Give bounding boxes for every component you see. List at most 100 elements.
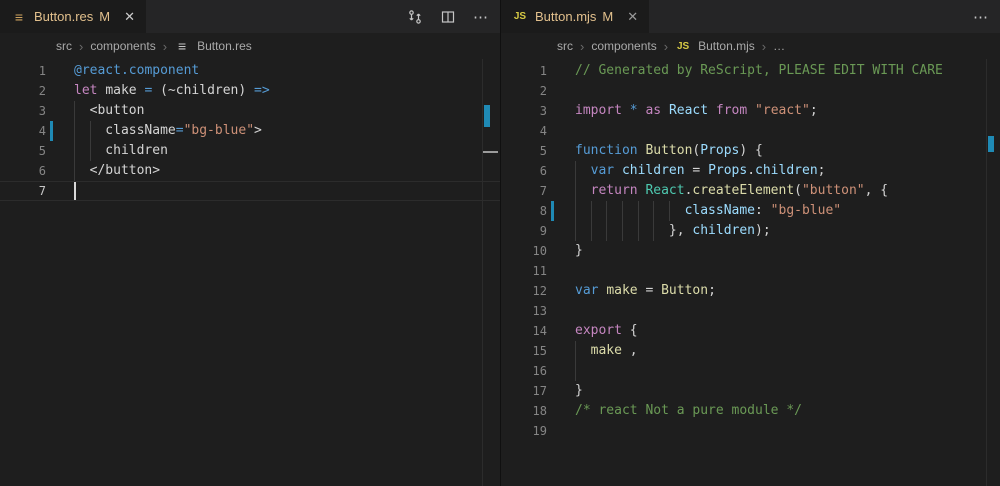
close-icon[interactable]: ✕ [627,10,638,23]
indent-guide [575,221,576,241]
code-token: "react" [755,103,810,118]
code-token: => [254,83,270,98]
code-line[interactable]: 4 [501,121,1000,141]
indent-guide [606,201,607,221]
code-line[interactable]: 1@react.component [0,61,500,81]
res-file-icon: ≡ [11,10,27,24]
line-content [575,361,982,381]
tab-bar-left: ≡ Button.res M ✕ [0,0,500,33]
code-line[interactable]: 15 make , [501,341,1000,361]
code-token: , { [865,183,888,198]
line-content: }, children); [575,221,982,241]
indent-guide [653,201,654,221]
code-line[interactable]: 8className: "bg-blue" [501,201,1000,221]
code-line[interactable]: 4className="bg-blue"> [0,121,500,141]
code-token: * [630,103,646,118]
close-icon[interactable]: ✕ [124,10,135,23]
code-line[interactable]: 11 [501,261,1000,281]
indent-guide [90,141,91,161]
tab-button-res[interactable]: ≡ Button.res M ✕ [0,0,146,33]
code-line[interactable]: 12 var make = Button; [501,281,1000,301]
code-line[interactable]: 19 [501,421,1000,441]
indent-guide [575,341,576,361]
line-number: 17 [501,381,547,401]
indent-guide [575,181,576,201]
chevron-right-icon: › [664,39,668,54]
code-text: import * as React from "react"; [575,101,818,121]
code-line[interactable]: 3<button [0,101,500,121]
code-text: let make = (~children) => [74,81,270,101]
code-token: <button [90,103,145,118]
code-line[interactable]: 2let make = (~children) => [0,81,500,101]
code-text: className="bg-blue"> [105,121,262,141]
code-line[interactable]: 5function Button(Props) { [501,141,1000,161]
code-line[interactable]: 9}, children); [501,221,1000,241]
code-token: React [669,103,716,118]
line-number: 8 [501,201,547,221]
line-content: var children = Props.children; [575,161,982,181]
code-token: var [591,163,622,178]
breadcrumb-item-src[interactable]: src [557,39,573,53]
line-number: 14 [501,321,547,341]
more-actions-icon[interactable]: ⋯ [972,8,990,26]
line-content: var make = Button; [575,281,982,301]
code-token: export [575,323,630,338]
code-text: var make = Button; [575,281,716,301]
line-content: let make = (~children) => [74,81,482,101]
line-content [575,301,982,321]
code-line[interactable]: 7 [0,181,500,201]
code-editor-res[interactable]: 1@react.component2let make = (~children)… [0,59,500,486]
code-line[interactable]: 1// Generated by ReScript, PLEASE EDIT W… [501,61,1000,81]
code-line[interactable]: 3import * as React from "react"; [501,101,1000,121]
more-actions-icon[interactable]: ⋯ [472,8,490,26]
code-token: children [622,163,692,178]
line-content: export { [575,321,982,341]
line-content [575,421,982,441]
code-line[interactable]: 5children [0,141,500,161]
line-number: 18 [501,401,547,421]
breadcrumb-item-components[interactable]: components [591,39,656,53]
code-token: ( [794,183,802,198]
editor-pane-left: ≡ Button.res M ✕ [0,0,500,486]
code-line[interactable]: 13 [501,301,1000,321]
breadcrumb-item-file[interactable]: Button.mjs [698,39,755,53]
code-line[interactable]: 17} [501,381,1000,401]
code-line[interactable]: 6</button> [0,161,500,181]
breadcrumb-item-symbol[interactable]: … [773,39,785,53]
code-token: . [747,163,755,178]
open-changes-icon[interactable] [406,8,424,26]
modified-gutter-indicator [50,121,53,141]
line-number: 12 [501,281,547,301]
tab-button-mjs[interactable]: JS Button.mjs M ✕ [501,0,649,33]
code-editor-mjs[interactable]: 1// Generated by ReScript, PLEASE EDIT W… [501,59,1000,486]
code-text: export { [575,321,638,341]
code-line[interactable]: 14 export { [501,321,1000,341]
code-token: className [105,123,175,138]
breadcrumb-left: src › components › ≡ Button.res [0,33,500,59]
code-token: } [575,243,583,258]
line-number: 15 [501,341,547,361]
tab-label: Button.mjs [535,9,596,24]
breadcrumb-item-src[interactable]: src [56,39,72,53]
code-text: make , [591,341,638,361]
indent-guide [74,161,75,181]
split-editor-icon[interactable] [439,8,457,26]
line-content: } [575,241,982,261]
code-line[interactable]: 7return React.createElement("button", { [501,181,1000,201]
breadcrumb-item-file[interactable]: Button.res [197,39,252,53]
indent-guide [669,201,670,221]
code-line[interactable]: 16 [501,361,1000,381]
code-token: = [692,163,708,178]
line-number: 7 [501,181,547,201]
chevron-right-icon: › [79,39,83,54]
code-token: children [692,223,755,238]
code-line[interactable]: 6var children = Props.children; [501,161,1000,181]
js-file-icon: JS [512,11,528,22]
code-line[interactable]: 10} [501,241,1000,261]
code-line[interactable]: 18/* react Not a pure module */ [501,401,1000,421]
overview-ruler-border [482,59,483,486]
breadcrumb-item-components[interactable]: components [90,39,155,53]
code-line[interactable]: 2 [501,81,1000,101]
line-content: </button> [74,161,482,181]
code-token: }, [669,223,692,238]
